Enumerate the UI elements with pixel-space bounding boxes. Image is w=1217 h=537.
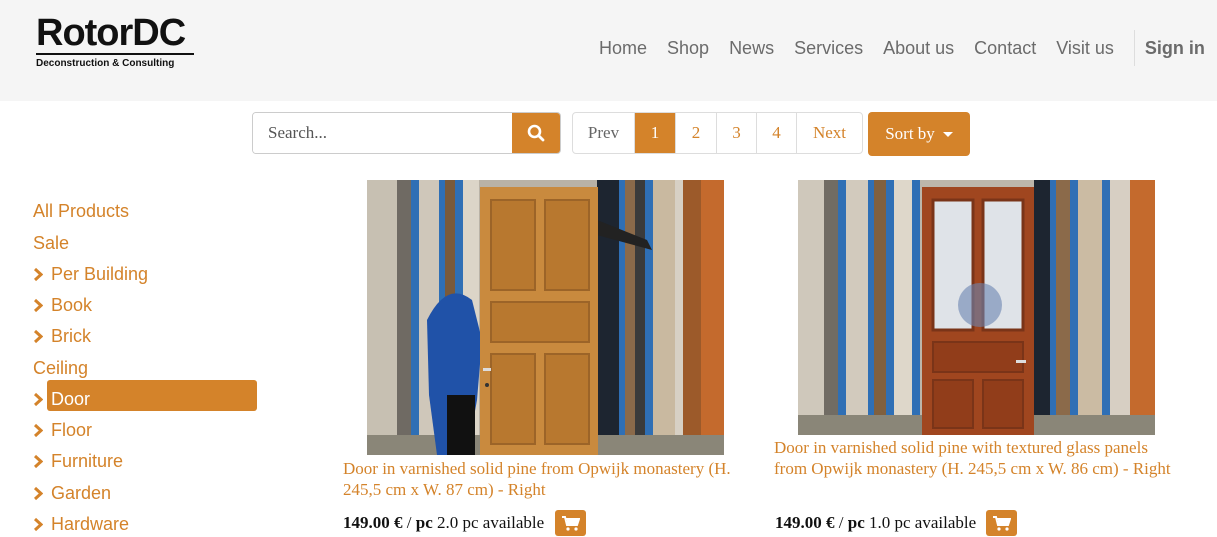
- product-image[interactable]: [798, 180, 1155, 435]
- nav-shop[interactable]: Shop: [667, 36, 709, 60]
- nav-about-us[interactable]: About us: [883, 36, 954, 60]
- category-label: Furniture: [51, 451, 124, 471]
- product-price: 149.00 € / pc 1.0 pc available: [775, 513, 977, 532]
- search-icon: [527, 124, 545, 142]
- product-title-link[interactable]: Door in varnished solid pine with textur…: [774, 437, 1174, 479]
- product-price: 149.00 € / pc 2.0 pc available: [343, 513, 545, 532]
- category-label: Ceiling: [33, 358, 89, 378]
- caret-down-icon: [942, 131, 953, 137]
- nav-home[interactable]: Home: [599, 36, 647, 60]
- chevron-right-icon[interactable]: [33, 517, 43, 532]
- category-label: Book: [51, 295, 93, 315]
- chevron-right-icon[interactable]: [33, 392, 43, 407]
- product-price-unit: pc: [415, 513, 433, 532]
- product-price-unit: pc: [847, 513, 865, 532]
- main-nav: Home Shop News Services About us Contact…: [599, 30, 1205, 66]
- product-title-link[interactable]: Door in varnished solid pine from Opwijk…: [343, 458, 733, 500]
- pagination-page-2[interactable]: 2: [675, 113, 716, 153]
- nav-visit-us[interactable]: Visit us: [1056, 36, 1114, 60]
- brand-tagline: Deconstruction & Consulting: [36, 58, 175, 69]
- cart-icon: [992, 515, 1011, 531]
- door-glass-photo: [798, 180, 1155, 435]
- pagination-page-4[interactable]: 4: [756, 113, 796, 153]
- nav-services[interactable]: Services: [794, 36, 863, 60]
- category-label: Floor: [51, 420, 93, 440]
- category-label: Sale: [33, 233, 70, 253]
- sort-dropdown[interactable]: Sort by: [868, 112, 970, 156]
- door-pine-photo: [367, 180, 724, 455]
- chevron-right-icon[interactable]: [33, 423, 43, 438]
- category-label: Per Building: [51, 264, 149, 284]
- nav-divider: [1133, 30, 1135, 66]
- search-button[interactable]: [512, 113, 560, 153]
- add-to-cart-button[interactable]: [555, 510, 586, 536]
- pagination-page-3[interactable]: 3: [716, 113, 756, 153]
- product-availability: 2.0 pc available: [436, 513, 545, 532]
- pagination-next[interactable]: Next: [796, 113, 862, 153]
- chevron-right-icon[interactable]: [33, 486, 43, 501]
- category-label: Hardware: [51, 514, 130, 534]
- chevron-right-icon[interactable]: [33, 298, 43, 313]
- category-label: Garden: [51, 483, 112, 503]
- category-label: All Products: [33, 201, 130, 221]
- pagination-prev[interactable]: Prev: [573, 113, 634, 153]
- brand-logo[interactable]: RotorDC Deconstruction & Consulting: [36, 14, 194, 69]
- add-to-cart-button[interactable]: [986, 510, 1017, 536]
- product-image[interactable]: [367, 180, 724, 455]
- brand-name: RotorDC: [36, 12, 186, 54]
- cart-icon: [561, 515, 580, 531]
- chevron-right-icon[interactable]: [33, 267, 43, 282]
- search-input[interactable]: [253, 113, 512, 153]
- product-price-value: 149.00 €: [775, 513, 835, 532]
- chevron-right-icon[interactable]: [33, 329, 43, 344]
- product-availability: 1.0 pc available: [868, 513, 977, 532]
- chevron-right-icon[interactable]: [33, 454, 43, 469]
- category-label: Door: [51, 389, 91, 409]
- category-label: Brick: [51, 326, 91, 346]
- sort-label: Sort by: [885, 124, 935, 143]
- pagination: Prev 1 2 3 4 Next: [572, 112, 863, 154]
- site-header: RotorDC Deconstruction & Consulting Home…: [0, 0, 1217, 101]
- pagination-page-1[interactable]: 1: [634, 113, 675, 153]
- nav-contact[interactable]: Contact: [974, 36, 1036, 60]
- search-form: [252, 112, 561, 154]
- sign-in-link[interactable]: Sign in: [1145, 36, 1205, 60]
- nav-news[interactable]: News: [729, 36, 774, 60]
- product-price-value: 149.00 €: [343, 513, 403, 532]
